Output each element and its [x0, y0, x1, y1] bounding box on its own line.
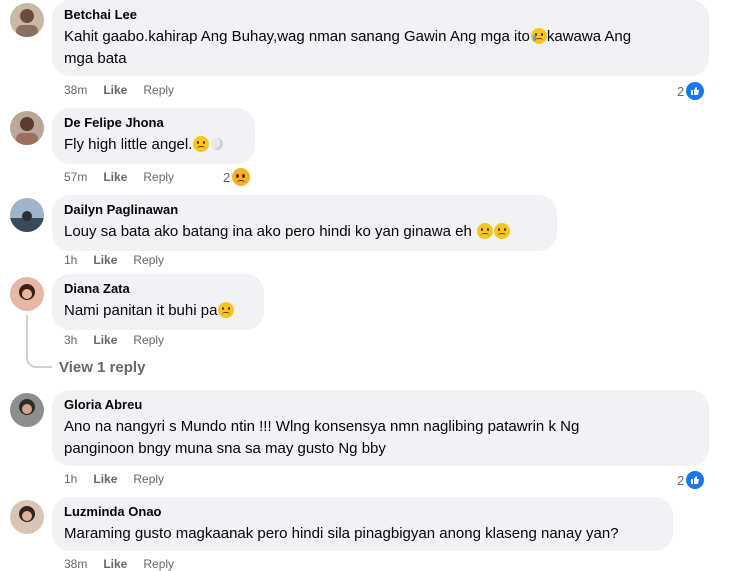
comment-bubble: Betchai Lee Kahit gaabo.kahirap Ang Buha… [52, 0, 709, 76]
comment-bubble: Dailyn Paglinawan Louy sa bata ako batan… [52, 195, 557, 251]
comment-meta: 38m Like Reply [64, 83, 190, 97]
timestamp[interactable]: 1h [64, 253, 77, 267]
comment-author[interactable]: Dailyn Paglinawan [64, 202, 545, 217]
comment-text: Fly high little angel. [64, 134, 243, 156]
avatar[interactable] [10, 198, 44, 232]
comment-text: Kahit gaabo.kahirap Ang Buhay,wag nman s… [64, 28, 632, 67]
like-button[interactable]: Like [103, 83, 127, 97]
comment-text: Maraming gusto magkaanak pero hindi sila… [64, 525, 619, 542]
reaction-count[interactable]: 2 [677, 81, 706, 101]
view-replies-link[interactable]: View 1 reply [59, 359, 145, 376]
reply-button[interactable]: Reply [133, 472, 164, 486]
timestamp[interactable]: 38m [64, 557, 87, 571]
avatar[interactable] [10, 500, 44, 534]
reply-button[interactable]: Reply [143, 557, 174, 571]
reaction-count[interactable]: 2 [223, 167, 252, 187]
timestamp[interactable]: 1h [64, 472, 77, 486]
like-button[interactable]: Like [93, 472, 117, 486]
like-button[interactable]: Like [93, 253, 117, 267]
avatar[interactable] [10, 277, 44, 311]
reply-button[interactable]: Reply [133, 333, 164, 347]
avatar[interactable] [10, 111, 44, 145]
reply-button[interactable]: Reply [133, 253, 164, 267]
like-reaction-icon [685, 81, 706, 101]
crying-emoji-icon [530, 28, 547, 44]
sad-emoji-icon [193, 136, 210, 152]
timestamp[interactable]: 3h [64, 333, 77, 347]
timestamp[interactable]: 57m [64, 170, 87, 184]
comment-author[interactable]: Diana Zata [64, 281, 252, 296]
comment-text: Ano na nangyri s Mundo ntin !!! Wlng kon… [64, 418, 580, 457]
sad-emoji-icon [493, 223, 510, 239]
reply-button[interactable]: Reply [143, 170, 174, 184]
like-button[interactable]: Like [103, 170, 127, 184]
moon-emoji-icon [211, 138, 224, 150]
comment-text: Louy sa bata ako batang ina ako pero hin… [64, 221, 545, 243]
comment-author[interactable]: Betchai Lee [64, 7, 697, 22]
like-button[interactable]: Like [93, 333, 117, 347]
comment-author[interactable]: Luzminda Onao [64, 504, 661, 519]
comment-text: Nami panitan it buhi pa [64, 300, 252, 322]
comment-meta: 3h Like Reply [64, 333, 180, 347]
reply-button[interactable]: Reply [143, 83, 174, 97]
comment-meta: 57m Like Reply [64, 170, 190, 184]
comment-bubble: Gloria Abreu Ano na nangyri s Mundo ntin… [52, 390, 709, 466]
comment-meta: 1h Like Reply [64, 472, 180, 486]
comment-meta: 38m Like Reply [64, 557, 190, 571]
like-button[interactable]: Like [103, 557, 127, 571]
avatar[interactable] [10, 3, 44, 37]
comment-bubble: Diana Zata Nami panitan it buhi pa [52, 274, 264, 330]
comment-author[interactable]: Gloria Abreu [64, 397, 697, 412]
avatar[interactable] [10, 393, 44, 427]
sad-reaction-icon [231, 167, 252, 187]
sad-emoji-icon [476, 223, 493, 239]
comment-bubble: Luzminda Onao Maraming gusto magkaanak p… [52, 497, 673, 551]
thread-line [26, 315, 52, 368]
reaction-count[interactable]: 2 [677, 470, 706, 490]
comment-author[interactable]: De Felipe Jhona [64, 115, 243, 130]
comment-bubble: De Felipe Jhona Fly high little angel. [52, 108, 255, 164]
timestamp[interactable]: 38m [64, 83, 87, 97]
sad-emoji-icon [218, 302, 235, 318]
like-reaction-icon [685, 470, 706, 490]
comment-meta: 1h Like Reply [64, 253, 180, 267]
